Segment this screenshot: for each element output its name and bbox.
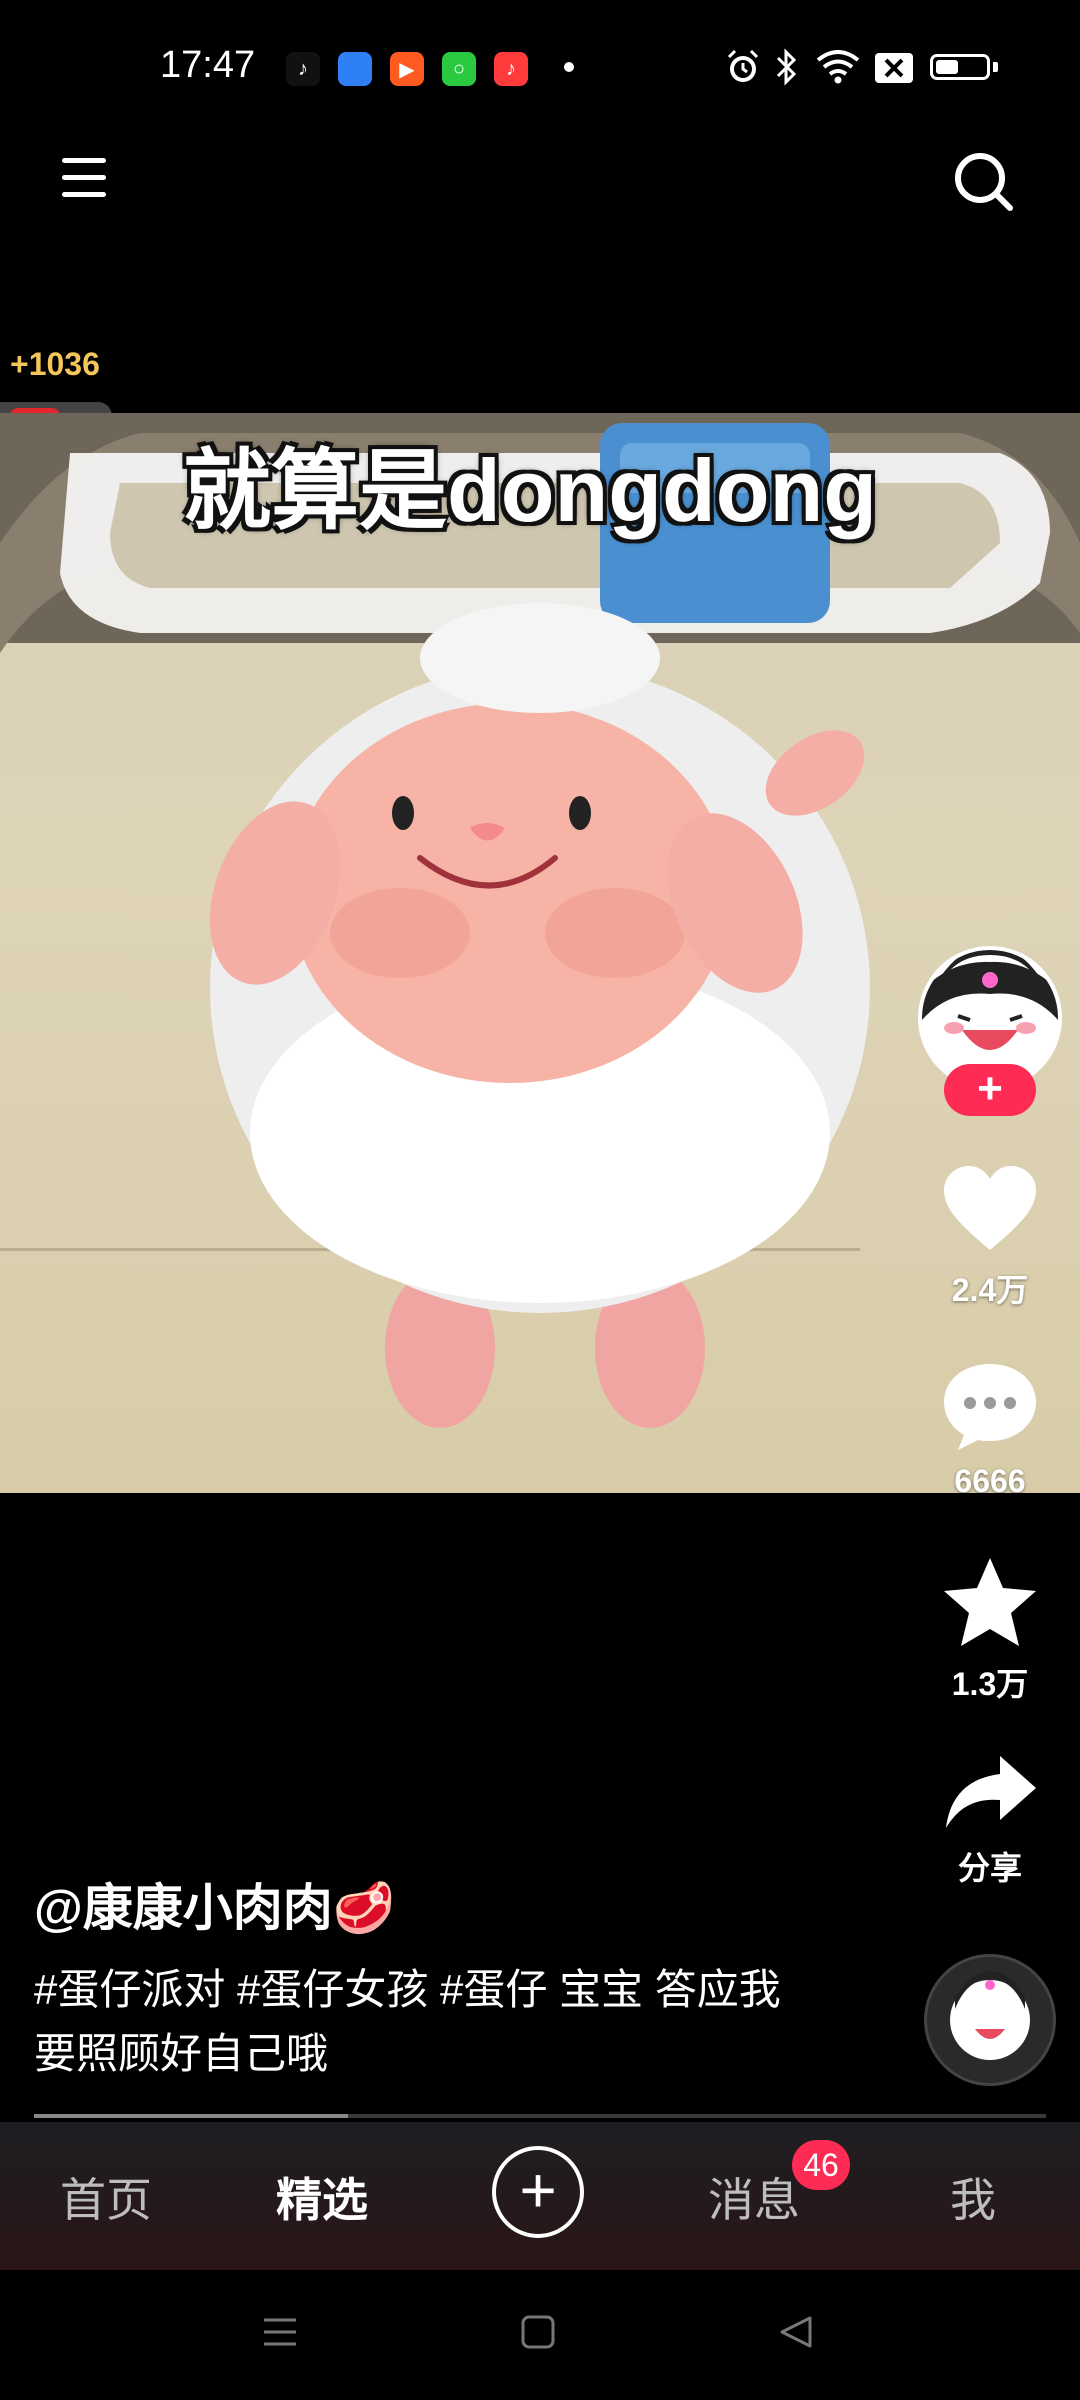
search-icon[interactable]	[952, 150, 1016, 214]
music-disc[interactable]	[924, 1954, 1056, 2086]
back-triangle-icon[interactable]	[776, 2312, 816, 2352]
sim-off-icon	[875, 53, 913, 83]
comment-icon	[944, 1364, 1036, 1450]
plus-icon: +	[519, 2154, 557, 2226]
messages-badge: 46	[792, 2140, 850, 2190]
tab-messages[interactable]: 消息	[708, 2164, 800, 2230]
menu-icon[interactable]	[58, 152, 110, 204]
tab-me[interactable]: 我	[950, 2164, 996, 2230]
share-button[interactable]: 分享	[920, 1752, 1060, 1889]
bluetooth-icon	[776, 48, 797, 86]
home-square-icon[interactable]	[518, 2312, 558, 2352]
comment-button[interactable]: 6666	[920, 1360, 1060, 1500]
music-app-icon: ♪	[494, 52, 528, 86]
battery-icon	[930, 54, 990, 80]
heart-icon	[944, 1166, 1036, 1250]
share-icon	[946, 1756, 1036, 1828]
tab-home[interactable]: 首页	[60, 2164, 152, 2230]
video-app-icon: ▶	[390, 52, 424, 86]
video-description[interactable]: #蛋仔派对 #蛋仔女孩 #蛋仔 宝宝 答应我要照顾好自己哦	[34, 1958, 794, 2086]
tiktok-icon: ♪	[286, 52, 320, 86]
tab-featured[interactable]: 精选	[276, 2164, 368, 2230]
notification-dot	[564, 62, 574, 72]
green-app-icon: ○	[442, 52, 476, 86]
like-button[interactable]: 2.4万	[920, 1164, 1060, 1311]
video-subtitle: 就算是dongdong	[182, 441, 878, 540]
star-icon	[944, 1558, 1036, 1646]
favorite-count: 1.3万	[951, 1666, 1029, 1702]
like-count: 2.4万	[951, 1272, 1029, 1308]
music-disc-image	[927, 1957, 1053, 2083]
blue-app-icon	[338, 52, 372, 86]
follow-button[interactable]: +	[944, 1064, 1036, 1116]
create-button[interactable]: +	[492, 2146, 584, 2238]
share-label: 分享	[957, 1850, 1022, 1886]
comment-count: 6666	[954, 1463, 1026, 1499]
favorite-button[interactable]: 1.3万	[920, 1556, 1060, 1705]
wifi-icon	[816, 50, 860, 84]
battery-level	[936, 60, 958, 74]
coin-reward-amount: +1036	[10, 346, 100, 382]
progress-fill	[34, 2114, 348, 2118]
recents-menu-icon[interactable]	[260, 2312, 300, 2352]
battery-tip	[993, 62, 998, 72]
status-time: 17:47	[160, 44, 256, 86]
video-scene	[0, 413, 1080, 1428]
alarm-icon	[727, 49, 759, 82]
video-player[interactable]	[0, 413, 1080, 1493]
author-name[interactable]: @康康小肉肉🥩	[34, 1868, 395, 1940]
